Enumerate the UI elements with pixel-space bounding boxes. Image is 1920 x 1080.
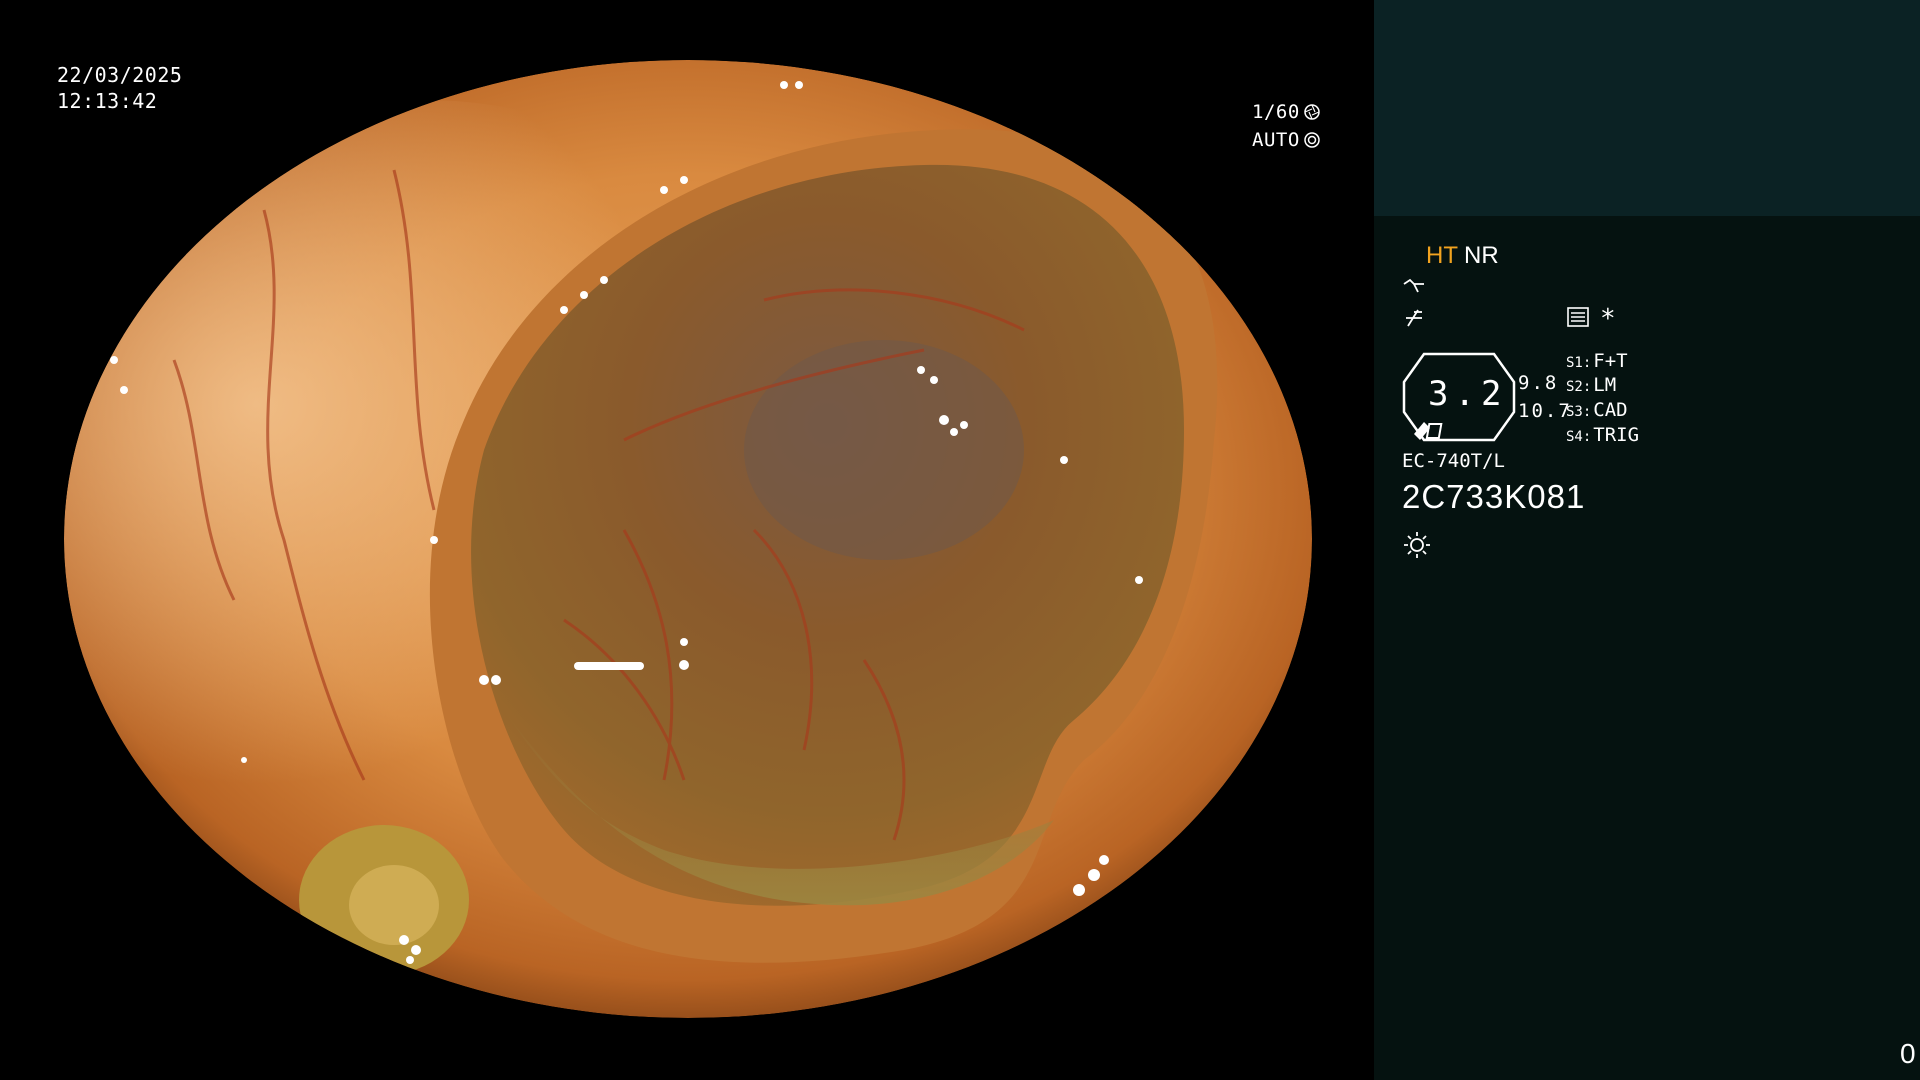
shutter-row: 1/60 xyxy=(1252,98,1320,126)
switch-value: CAD xyxy=(1593,399,1628,421)
switch-s4: S4: TRIG xyxy=(1566,424,1639,446)
menu-list-icon xyxy=(1567,307,1589,327)
switch-s2: S2: LM xyxy=(1566,374,1616,396)
time-label: 12:13:42 xyxy=(57,89,158,113)
switch-value: TRIG xyxy=(1593,424,1640,446)
scope-model: EC-740T/L xyxy=(1402,450,1505,472)
scope-tip-icon xyxy=(1403,278,1424,293)
zoom-value: 3.2 xyxy=(1428,374,1508,414)
light-icon xyxy=(1404,532,1430,558)
switch-s1: S1: F+T xyxy=(1566,350,1628,372)
switch-value: F+T xyxy=(1593,350,1628,372)
frame-mask-bottom xyxy=(0,1018,1374,1080)
endoscope-view: 22/03/2025 12:13:42 1/60 AUTO xyxy=(0,0,1374,1080)
switch-value: LM xyxy=(1593,374,1617,396)
readout-value-1: 9.8 xyxy=(1518,372,1559,394)
exposure-row: AUTO xyxy=(1252,126,1320,154)
date-label: 22/03/2025 xyxy=(57,63,183,87)
exposure-readout: 1/60 AUTO xyxy=(1252,98,1320,154)
iris-icon xyxy=(1304,132,1320,148)
star-indicator: * xyxy=(1600,304,1616,334)
switch-key: S2: xyxy=(1566,379,1592,395)
info-panel: HT NR * 3.2 9.8 10.7 S1: F+T S2: LM S3: CAD… xyxy=(1374,0,1920,1080)
datetime-readout: 22/03/2025 12:13:42 xyxy=(57,62,182,114)
switch-key: S4: xyxy=(1566,429,1592,445)
scope-serial: 2C733K081 xyxy=(1402,478,1586,515)
switch-key: S1: xyxy=(1566,355,1592,371)
panel-body xyxy=(1374,216,1920,1080)
ht-mode-label: HT xyxy=(1426,242,1458,269)
shutter-speed: 1/60 xyxy=(1252,101,1300,123)
switch-key: S3: xyxy=(1566,404,1592,420)
frame-mask-top xyxy=(0,0,1374,60)
aperture-icon xyxy=(1304,104,1320,120)
exposure-mode: AUTO xyxy=(1252,129,1300,151)
image-counter: 0 xyxy=(1900,1038,1916,1069)
colon-lumen-image xyxy=(64,60,1312,1018)
panel-header-area xyxy=(1374,0,1920,216)
endoscopic-image xyxy=(64,60,1312,1018)
nr-mode-label: NR xyxy=(1464,242,1499,269)
enhancement-icon xyxy=(1406,309,1422,327)
switch-s3: S3: CAD xyxy=(1566,399,1628,421)
readout-value-2: 10.7 xyxy=(1518,400,1572,422)
